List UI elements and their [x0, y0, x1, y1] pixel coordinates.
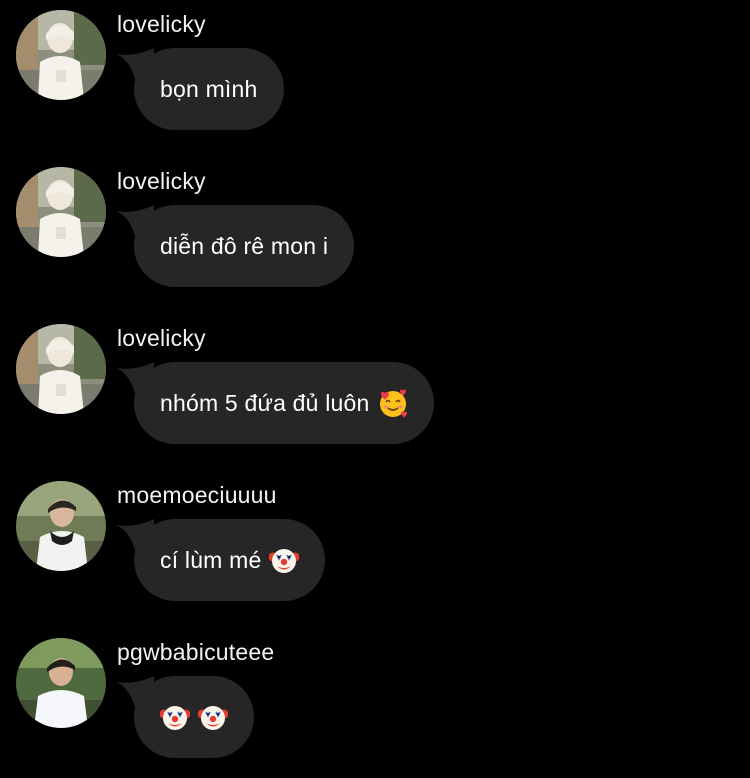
message-row: moemoeciuuuu cí lùm mé: [0, 471, 750, 621]
message-row: lovelicky diễn đô rê mon i: [0, 157, 750, 307]
avatar[interactable]: [16, 10, 106, 100]
clown-face-icon: [198, 702, 228, 732]
message-bubble[interactable]: cí lùm mé: [134, 519, 326, 601]
message-bubble[interactable]: nhóm 5 đứa đủ luôn: [134, 362, 434, 444]
clown-face-icon: [160, 702, 190, 732]
username[interactable]: moemoeciuuuu: [117, 481, 277, 509]
clown-face-icon: [269, 545, 300, 575]
username[interactable]: lovelicky: [117, 10, 206, 38]
message-row: lovelicky nhóm 5 đứa đủ luôn: [0, 314, 750, 464]
message-text: diễn đô rê mon i: [160, 232, 329, 259]
avatar[interactable]: [16, 638, 106, 728]
username[interactable]: lovelicky: [117, 167, 206, 195]
message-text: bọn mình: [160, 75, 258, 102]
username[interactable]: lovelicky: [117, 324, 206, 352]
message-text: cí lùm mé: [160, 546, 262, 573]
message-bubble[interactable]: bọn mình: [134, 48, 284, 130]
message-bubble[interactable]: [134, 676, 254, 758]
message-bubble[interactable]: diễn đô rê mon i: [134, 205, 355, 287]
username[interactable]: pgwbabicuteee: [117, 638, 274, 666]
message-row: lovelicky bọn mình: [0, 0, 750, 150]
message-row: pgwbabicuteee: [0, 628, 750, 778]
avatar[interactable]: [16, 324, 106, 414]
message-text: nhóm 5 đứa đủ luôn: [160, 389, 370, 416]
avatar[interactable]: [16, 481, 106, 571]
avatar[interactable]: [16, 167, 106, 257]
smiling-face-with-hearts-icon: [378, 388, 408, 418]
chat-thread: lovelicky bọn mình lovelicky diễn đô rê …: [0, 0, 750, 775]
